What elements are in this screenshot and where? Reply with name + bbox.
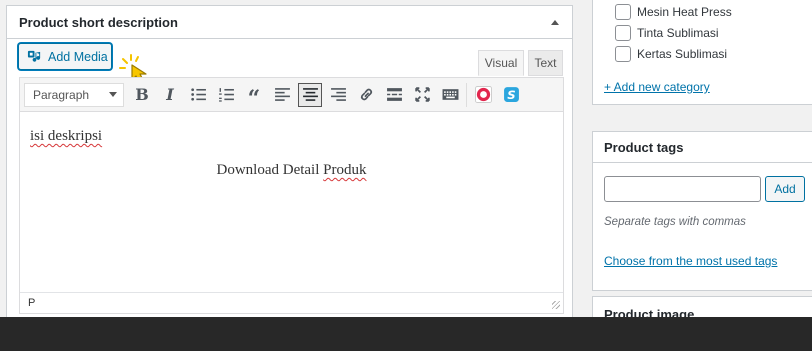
align-right-icon xyxy=(330,88,346,101)
editor-content-area[interactable]: isi deskripsi Download Detail Produk xyxy=(20,112,563,292)
element-path[interactable]: P xyxy=(28,297,35,309)
blockquote-icon: “ xyxy=(247,85,261,112)
chevron-down-icon xyxy=(109,92,117,97)
content-paragraph-2: Download Detail Produk xyxy=(20,162,563,179)
category-label: Tinta Sublimasi xyxy=(637,26,719,40)
align-center-button[interactable] xyxy=(298,82,322,107)
product-tags-title: Product tags xyxy=(604,139,684,155)
bold-icon: B xyxy=(135,85,149,104)
rich-text-editor: Paragraph B I “ S isi deskripsi Download… xyxy=(19,77,564,314)
product-tags-box: Product tags Add Separate tags with comm… xyxy=(592,131,812,291)
numbered-list-icon xyxy=(218,88,234,102)
format-select-value: Paragraph xyxy=(33,87,90,102)
italic-icon: I xyxy=(166,85,174,104)
category-label: Kertas Sublimasi xyxy=(637,47,728,61)
category-checkbox[interactable] xyxy=(615,25,631,41)
align-right-button[interactable] xyxy=(324,82,352,108)
plugin-blue-button[interactable]: S xyxy=(497,82,525,108)
tags-input[interactable] xyxy=(604,176,761,202)
tab-text[interactable]: Text xyxy=(528,50,563,76)
short-description-title: Product short description xyxy=(19,14,178,30)
choose-most-used-tags-link[interactable]: Choose from the most used tags xyxy=(604,254,777,268)
keyboard-toolbar-icon xyxy=(442,89,458,100)
toolbar-toggle-button[interactable] xyxy=(436,82,464,108)
align-center-icon xyxy=(302,88,318,101)
add-tag-button[interactable]: Add xyxy=(765,176,805,202)
bottom-overlay-bar xyxy=(0,317,812,351)
bold-button[interactable]: B xyxy=(128,82,156,108)
content-line-2-prefix: Download Detail xyxy=(216,162,324,178)
category-checkbox[interactable] xyxy=(615,4,631,20)
add-new-category-link[interactable]: + Add new category xyxy=(604,80,710,94)
short-description-header[interactable]: Product short description xyxy=(7,6,572,39)
read-more-icon xyxy=(386,88,402,101)
category-item[interactable]: Mesin Heat Press xyxy=(615,4,732,20)
bulleted-list-button[interactable] xyxy=(184,82,212,108)
add-media-label: Add Media xyxy=(48,49,108,64)
category-item[interactable]: Kertas Sublimasi xyxy=(615,46,727,62)
collapse-toggle-icon[interactable] xyxy=(550,17,560,27)
add-media-button[interactable]: Add Media xyxy=(18,43,112,70)
plugin-blue-icon: S xyxy=(503,87,519,102)
resize-handle-icon[interactable] xyxy=(552,301,560,309)
media-icon xyxy=(27,50,41,62)
svg-text:S: S xyxy=(507,88,515,102)
read-more-button[interactable] xyxy=(380,82,408,108)
plugin-red-icon xyxy=(474,86,492,103)
insert-link-button[interactable] xyxy=(352,82,380,108)
editor-statusbar: P xyxy=(20,292,563,312)
toolbar-separator xyxy=(466,82,467,107)
content-paragraph-1: isi deskripsi xyxy=(30,128,102,145)
short-description-box: Product short description Add Media Visu… xyxy=(6,5,573,335)
category-label: Mesin Heat Press xyxy=(637,5,732,19)
format-select[interactable]: Paragraph xyxy=(24,82,124,107)
category-item[interactable]: Tinta Sublimasi xyxy=(615,25,719,41)
content-line-1: isi deskripsi xyxy=(30,128,103,144)
insert-link-icon xyxy=(360,88,372,101)
blockquote-button[interactable]: “ xyxy=(240,82,268,112)
tags-hint: Separate tags with commas xyxy=(604,216,746,228)
category-checkbox[interactable] xyxy=(615,46,631,62)
content-line-2-word: Produk xyxy=(323,162,367,178)
bulleted-list-icon xyxy=(190,88,206,101)
tab-visual[interactable]: Visual xyxy=(478,50,524,76)
fullscreen-button[interactable] xyxy=(408,82,436,108)
align-left-button[interactable] xyxy=(268,82,296,108)
fullscreen-icon xyxy=(414,87,430,102)
media-buttons-row: Add Media Visual Text xyxy=(7,39,572,85)
align-left-icon xyxy=(274,88,290,101)
product-tags-header[interactable]: Product tags xyxy=(593,132,812,163)
italic-button[interactable]: I xyxy=(156,82,184,108)
categories-box: Mesin Heat Press Tinta Sublimasi Kertas … xyxy=(592,0,812,105)
numbered-list-button[interactable] xyxy=(212,82,240,108)
plugin-red-button[interactable] xyxy=(469,82,497,108)
editor-toolbar: Paragraph B I “ S xyxy=(20,78,563,112)
